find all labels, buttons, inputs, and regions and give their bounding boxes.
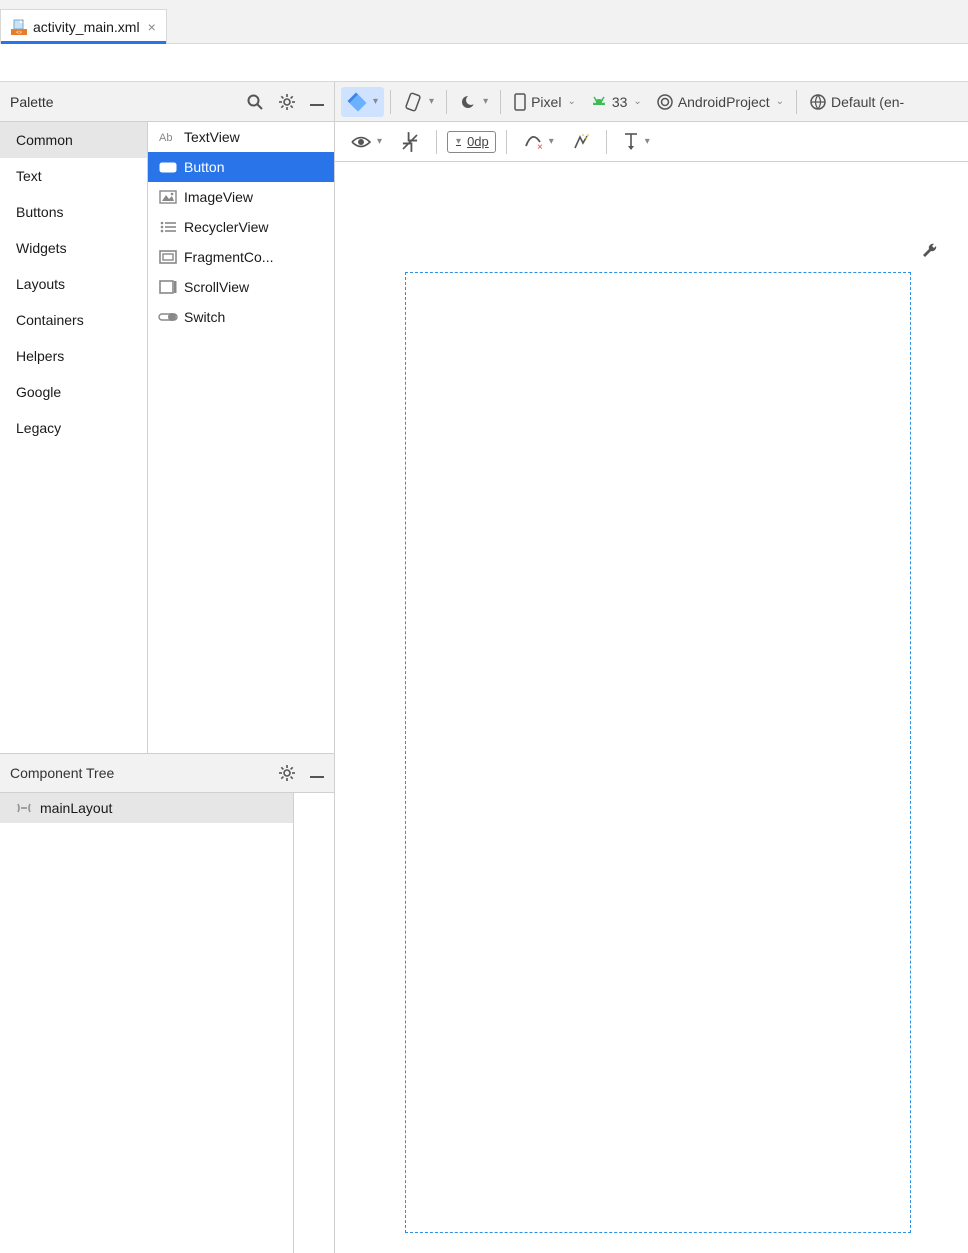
api-selector[interactable]: 33 ⌄ [584,87,648,117]
night-mode-button[interactable]: ▾ [453,87,494,117]
palette-category-containers[interactable]: Containers [0,302,147,338]
editor-tab-row: <> activity_main.xml × [0,0,968,44]
chevron-down-icon: ⌄ [633,96,641,107]
tree-node-mainlayout[interactable]: mainLayout [0,793,334,823]
orientation-button[interactable]: ▾ [397,87,440,117]
chevron-down-icon: ▾ [549,136,554,147]
component-tree-title: Component Tree [10,765,114,781]
svg-text:Ab: Ab [159,132,172,144]
palette-category-widgets[interactable]: Widgets [0,230,147,266]
device-label: Pixel [531,94,561,110]
palette-item-recyclerview[interactable]: RecyclerView [148,212,334,242]
breadcrumb-strip [0,44,968,82]
clear-constraints-button[interactable]: × ▾ [517,127,560,157]
chevron-down-icon: ⌄ [776,96,784,107]
palette-item-label: FragmentCo... [184,249,273,265]
palette-title: Palette [10,94,54,110]
toggle-autoconnect-button[interactable] [394,127,426,157]
image-icon [158,190,178,204]
palette-items: Ab TextView Button ImageView RecyclerView Fra… [148,122,334,753]
chevron-down-icon: ▾ [483,96,488,107]
svg-text:×: × [537,142,543,152]
palette-item-switch[interactable]: Switch [148,302,334,332]
wrench-icon[interactable] [922,242,938,258]
device-selector[interactable]: Pixel ⌄ [507,87,582,117]
palette-item-imageview[interactable]: ImageView [148,182,334,212]
palette-item-button[interactable]: Button [148,152,334,182]
file-tab-label: activity_main.xml [33,19,140,35]
default-margin-button[interactable]: ▾ 0dp [447,131,496,153]
infer-constraints-button[interactable] [566,127,596,157]
text-icon: Ab [158,130,178,144]
close-tab-icon[interactable]: × [148,19,156,35]
design-panel: ▾ ▾ ▾ Pixel ⌄ 33 ⌄ [335,82,968,1253]
palette-item-label: TextView [184,129,240,145]
scroll-icon [158,280,178,294]
svg-text:<>: <> [16,30,22,35]
frame-icon [158,250,178,264]
design-toolbar-primary: ▾ ▾ ▾ Pixel ⌄ 33 ⌄ [335,82,968,122]
palette-category-google[interactable]: Google [0,374,147,410]
default-margin-label: 0dp [467,134,489,149]
palette-category-layouts[interactable]: Layouts [0,266,147,302]
button-icon [158,160,178,174]
device-frame[interactable] [405,272,911,1233]
chevron-down-icon: ▾ [456,136,461,147]
chevron-down-icon: ▾ [373,96,378,107]
design-toolbar-secondary: ▾ ▾ 0dp × ▾ ▾ [335,122,968,162]
palette-item-textview[interactable]: Ab TextView [148,122,334,152]
chevron-down-icon: ⌄ [567,96,575,107]
component-tree-header: Component Tree [0,753,334,793]
palette-category-text[interactable]: Text [0,158,147,194]
locale-label: Default (en- [831,94,904,110]
palette-item-label: ScrollView [184,279,249,295]
component-tree-body: mainLayout [0,793,334,1253]
xml-file-icon: <> [11,19,27,35]
palette-item-label: RecyclerView [184,219,269,235]
constraintlayout-icon [16,800,34,816]
gear-icon[interactable] [278,93,296,111]
palette-item-scrollview[interactable]: ScrollView [148,272,334,302]
palette-item-label: Switch [184,309,225,325]
palette-item-label: Button [184,159,224,175]
palette-item-fragmentco[interactable]: FragmentCo... [148,242,334,272]
palette-category-helpers[interactable]: Helpers [0,338,147,374]
palette-categories: CommonTextButtonsWidgetsLayoutsContainer… [0,122,148,753]
palette-body: CommonTextButtonsWidgetsLayoutsContainer… [0,122,334,753]
switch-icon [158,311,178,323]
hide-panel-icon[interactable] [310,94,324,109]
locale-selector[interactable]: Default (en- [803,87,910,117]
view-options-button[interactable]: ▾ [345,127,388,157]
chevron-down-icon: ▾ [645,136,650,147]
tree-node-label: mainLayout [40,800,112,816]
chevron-down-icon: ▾ [429,96,434,107]
hide-panel-icon[interactable] [310,766,324,781]
list-icon [158,220,178,234]
file-tab-activity-main[interactable]: <> activity_main.xml × [0,9,167,43]
palette-category-legacy[interactable]: Legacy [0,410,147,446]
project-label: AndroidProject [678,94,770,110]
gear-icon[interactable] [278,764,296,782]
left-panel: Palette CommonTextButtonsWidgetsLayoutsC… [0,82,335,1253]
design-canvas[interactable] [335,162,968,1253]
theme-selector[interactable]: AndroidProject ⌄ [650,87,790,117]
design-surface-button[interactable]: ▾ [341,87,384,117]
guidelines-button[interactable]: ▾ [617,127,656,157]
chevron-down-icon: ▾ [377,136,382,147]
palette-item-label: ImageView [184,189,253,205]
palette-category-buttons[interactable]: Buttons [0,194,147,230]
palette-category-common[interactable]: Common [0,122,147,158]
palette-header: Palette [0,82,334,122]
api-label: 33 [612,94,628,110]
search-icon[interactable] [246,93,264,111]
